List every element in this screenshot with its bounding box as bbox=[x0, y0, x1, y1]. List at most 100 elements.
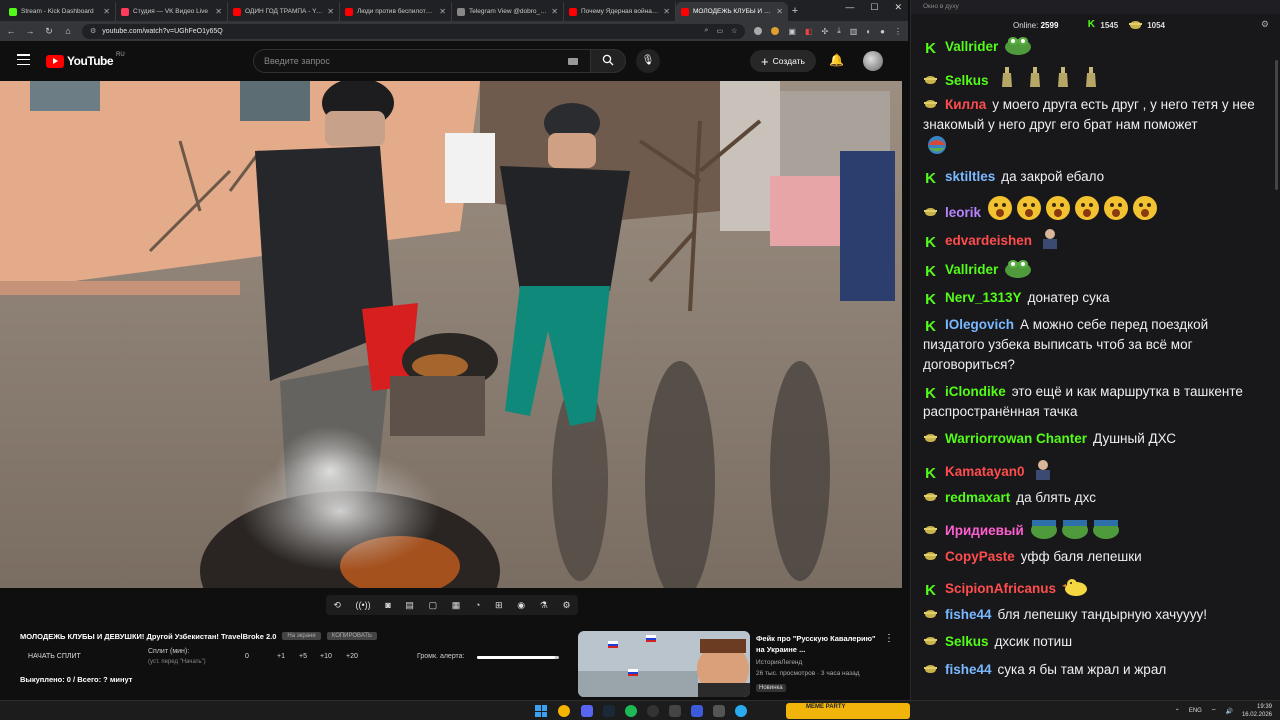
chat-settings-icon[interactable]: ⚙ bbox=[1261, 19, 1269, 30]
url-field[interactable]: ⚙ youtube.com/watch?v=UGhFeO1y65Q ⌕ ▭ ☆ bbox=[82, 23, 746, 39]
chat-username[interactable]: IOlegovich bbox=[945, 317, 1014, 332]
more-icon[interactable]: ⋮ bbox=[894, 27, 902, 36]
speed-icon[interactable]: ◔ bbox=[475, 600, 480, 610]
search-input[interactable]: Введите запрос bbox=[253, 49, 591, 73]
app-icon[interactable] bbox=[713, 705, 725, 717]
voice-search-button[interactable]: 🎙 bbox=[636, 49, 660, 73]
resize-icon[interactable]: ▢ bbox=[429, 600, 438, 611]
chrome-icon[interactable] bbox=[558, 705, 570, 717]
settings-gear-icon[interactable]: ⚙ bbox=[562, 600, 570, 611]
minimize-icon[interactable]: — bbox=[845, 2, 854, 13]
chat-message[interactable]: CopyPaste уфф баля лепешки bbox=[923, 547, 1263, 567]
chat-message[interactable]: fishe44 бля лепешку тандырную хачуууу! bbox=[923, 605, 1263, 625]
loop-icon[interactable]: ⟲ bbox=[333, 600, 341, 611]
video-player[interactable] bbox=[0, 81, 902, 588]
chat-message[interactable]: K Nerv_1313Y донатер сука bbox=[923, 288, 1263, 308]
recommended-channel[interactable]: ИсторияЛегенд bbox=[756, 659, 802, 666]
copy-button[interactable]: КОПИРОВАТЬ bbox=[326, 632, 377, 640]
maximize-icon[interactable]: ☐ bbox=[870, 2, 878, 13]
tab-close-icon[interactable]: ✕ bbox=[327, 7, 334, 16]
network-icon[interactable]: ⌔ bbox=[1211, 707, 1217, 715]
tray-chevron-icon[interactable]: ⌃ bbox=[1175, 708, 1180, 715]
chat-username[interactable]: Иридиевый bbox=[945, 523, 1024, 538]
more-options-icon[interactable]: ⋮ bbox=[884, 633, 894, 644]
tab-close-icon[interactable]: ✕ bbox=[551, 7, 558, 16]
puzzle-icon[interactable]: ✣ bbox=[822, 27, 829, 36]
chat-message[interactable]: K IOlegovich А можно себе перед поездкой п… bbox=[923, 315, 1263, 375]
on-screen-button[interactable]: На экране bbox=[282, 632, 321, 640]
extension-icon[interactable]: ◧ bbox=[805, 27, 813, 36]
sidebar-icon[interactable]: ▥ bbox=[850, 27, 858, 36]
chat-username[interactable]: redmaxart bbox=[945, 490, 1010, 505]
chat-message[interactable]: fishe44 сука я бы там жрал и жрал bbox=[923, 660, 1263, 680]
language-indicator[interactable]: ENG bbox=[1189, 708, 1202, 714]
browser-tab[interactable]: ОДИН ГОД ТРАМПА - YouTube✕ bbox=[228, 2, 340, 21]
browser-tab[interactable]: Почему Ядерная война уже ✕ bbox=[564, 2, 676, 21]
clock[interactable]: 19:39 16.02.2026 bbox=[1242, 703, 1272, 719]
chat-username[interactable]: Selkus bbox=[945, 634, 989, 649]
bookmark-icon[interactable]: ☆ bbox=[731, 27, 737, 35]
chat-message[interactable]: Килла у моего друга есть друг , у него те… bbox=[923, 95, 1263, 161]
obs-icon[interactable] bbox=[647, 705, 659, 717]
camera-icon[interactable]: ◉ bbox=[517, 600, 525, 611]
chat-username[interactable]: CopyPaste bbox=[945, 549, 1015, 564]
extension-icon[interactable]: ◐ bbox=[866, 27, 871, 36]
frames-icon[interactable]: ▦ bbox=[452, 600, 461, 611]
split-value-button[interactable]: +10 bbox=[320, 653, 332, 660]
extension-icon[interactable] bbox=[771, 27, 780, 35]
back-icon[interactable]: ← bbox=[6, 26, 16, 36]
tab-close-icon[interactable]: ✕ bbox=[215, 7, 222, 16]
tab-close-icon[interactable]: ✕ bbox=[439, 7, 446, 16]
new-tab-button[interactable]: + bbox=[788, 2, 802, 21]
meme-party-widget[interactable]: MEME PARTY bbox=[786, 703, 910, 719]
flask-icon[interactable]: ⚗ bbox=[540, 600, 548, 611]
chat-message[interactable]: K ScipionAfricanus bbox=[923, 575, 1263, 603]
cast-icon[interactable]: ▭ bbox=[716, 27, 723, 35]
extension-icon[interactable] bbox=[754, 27, 763, 35]
spotify-icon[interactable] bbox=[625, 705, 637, 717]
chat-scrollbar[interactable] bbox=[1275, 60, 1278, 190]
chat-username[interactable]: edvardeishen bbox=[945, 233, 1032, 248]
chat-username[interactable]: Vallrider bbox=[945, 39, 998, 54]
chat-username[interactable]: iClondike bbox=[945, 384, 1006, 399]
chat-message[interactable]: Иридиевый bbox=[923, 517, 1263, 545]
browser-tab[interactable]: Люди против беспилотников ✕ bbox=[340, 2, 452, 21]
split-value-button[interactable]: +1 bbox=[277, 653, 285, 660]
alert-volume-slider[interactable] bbox=[477, 656, 559, 659]
chat-username[interactable]: Vallrider bbox=[945, 262, 998, 277]
chat-username[interactable]: Nerv_1313Y bbox=[945, 290, 1022, 305]
volume-icon[interactable]: 🔊 bbox=[1225, 708, 1232, 715]
windows-start-icon[interactable] bbox=[535, 705, 547, 717]
chat-username[interactable]: fishe44 bbox=[945, 607, 992, 622]
recommended-video[interactable]: Фейк про "Русскую Кавалерию" на Украине … bbox=[578, 631, 902, 697]
zoom-icon[interactable]: ⌕ bbox=[705, 27, 709, 35]
reload-icon[interactable]: ↻ bbox=[44, 26, 54, 37]
tab-close-icon[interactable]: ✕ bbox=[663, 7, 670, 16]
chat-username[interactable]: sktiltles bbox=[945, 169, 995, 184]
browser-tab[interactable]: Студия — VK Видео Live ✕ bbox=[116, 2, 228, 21]
clip-icon[interactable]: ▤ bbox=[405, 600, 414, 611]
notifications-bell-icon[interactable]: 🔔 bbox=[829, 53, 844, 67]
screenshot-icon[interactable]: ◙ bbox=[385, 600, 390, 610]
chat-message[interactable]: Selkus дхсик потиш bbox=[923, 632, 1263, 652]
create-button[interactable]: + Создать bbox=[750, 50, 816, 72]
recommended-title[interactable]: Фейк про "Русскую Кавалерию" на Украине … bbox=[756, 633, 886, 655]
home-icon[interactable]: ⌂ bbox=[63, 26, 73, 36]
telegram-icon[interactable] bbox=[735, 705, 747, 717]
broadcast-icon[interactable]: ((•)) bbox=[356, 600, 371, 610]
tab-close-icon[interactable]: ✕ bbox=[776, 7, 783, 16]
profile-icon[interactable]: ● bbox=[880, 27, 885, 36]
split-value-button[interactable]: +5 bbox=[299, 653, 307, 660]
split-value-button[interactable]: +20 bbox=[346, 653, 358, 660]
browser-tab[interactable]: МОЛОДЕЖЬ КЛУБЫ И ДЕВУШКИ✕ bbox=[676, 2, 788, 21]
tab-close-icon[interactable]: ✕ bbox=[103, 7, 110, 16]
browser-tab[interactable]: Telegram View @dobro_2ch ✕ bbox=[452, 2, 564, 21]
close-icon[interactable]: ✕ bbox=[894, 2, 902, 13]
chat-message[interactable]: K Vallrider bbox=[923, 35, 1263, 61]
search-button[interactable] bbox=[590, 49, 626, 73]
forward-icon[interactable]: → bbox=[25, 26, 35, 36]
chat-message[interactable]: KiClondike это ещё и как маршрутка в ташк… bbox=[923, 382, 1263, 422]
chat-message[interactable]: Warriorrowan Chanter Душный ДХС bbox=[923, 429, 1263, 449]
chat-message[interactable]: Selkus bbox=[923, 65, 1263, 95]
hamburger-menu-icon[interactable] bbox=[17, 54, 30, 65]
